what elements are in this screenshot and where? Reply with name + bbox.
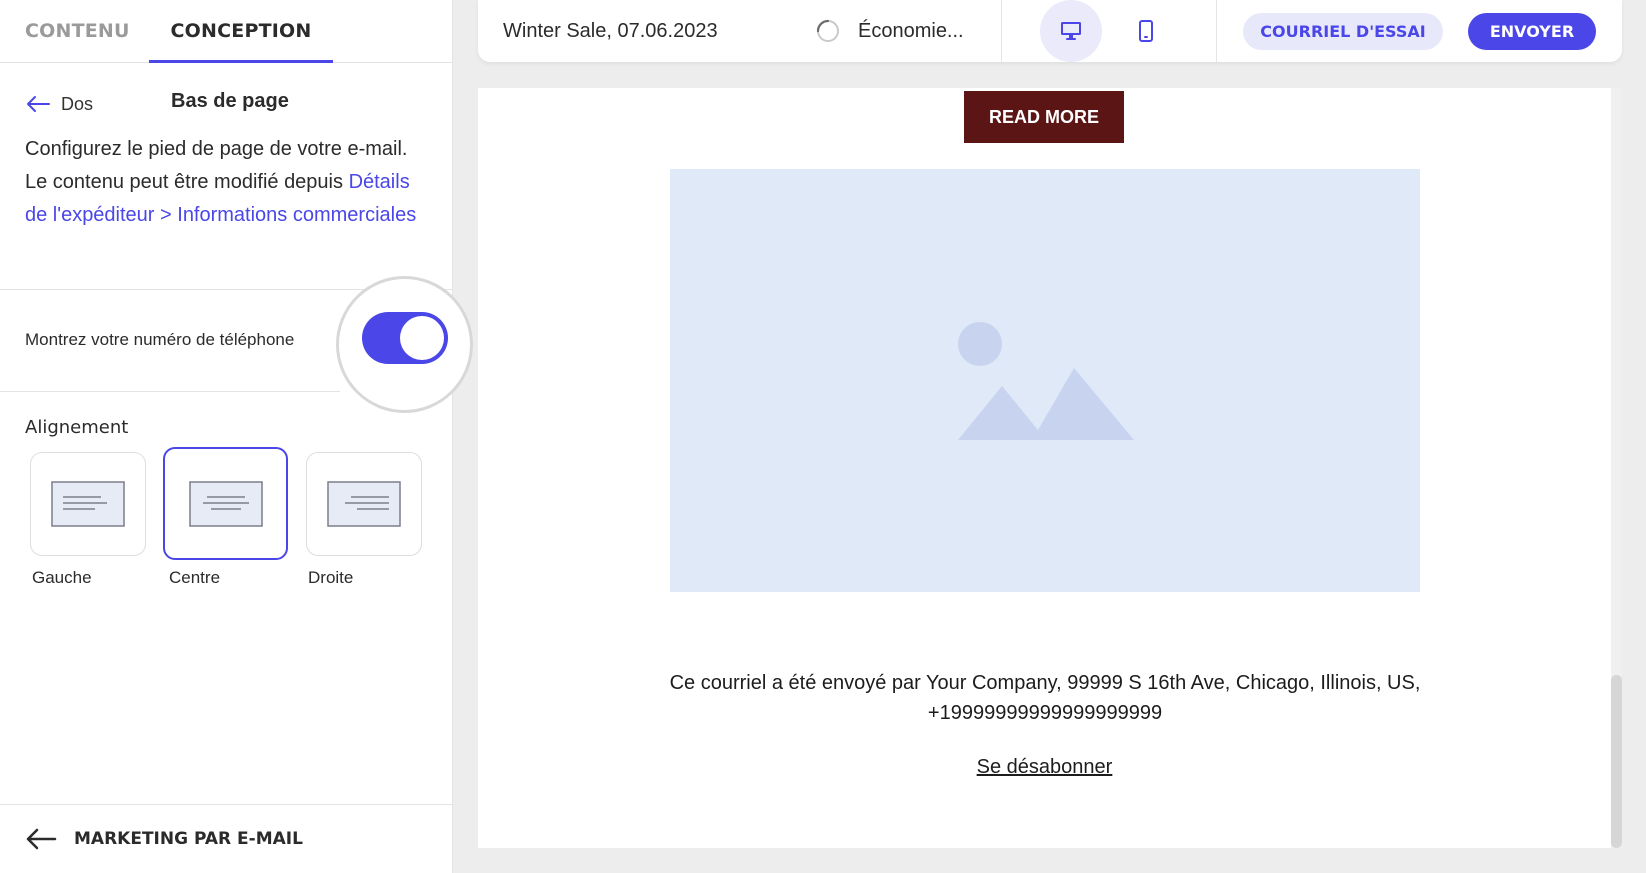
toolbar-divider — [1001, 0, 1002, 62]
align-center-option[interactable] — [163, 447, 288, 560]
image-placeholder[interactable] — [670, 169, 1420, 592]
tab-conception[interactable]: CONCEPTION — [149, 0, 333, 63]
settings-panel: CONTENU CONCEPTION Dos Bas de page Confi… — [0, 0, 473, 873]
unsubscribe-link[interactable]: Se désabonner — [977, 756, 1113, 778]
alignment-title: Alignement — [25, 417, 129, 438]
align-right-label: Droite — [308, 568, 354, 587]
panel-tabs: CONTENU CONCEPTION — [0, 0, 453, 63]
active-tab-indicator — [149, 60, 333, 63]
panel-description: Configurez le pied de page de votre e-ma… — [25, 133, 425, 232]
arrow-left-icon — [26, 828, 57, 850]
toolbar-divider — [1216, 0, 1217, 62]
send-button[interactable]: ENVOYER — [1468, 13, 1596, 50]
read-more-button[interactable]: READ MORE — [964, 91, 1124, 143]
email-marketing-nav[interactable]: MARKETING PAR E-MAIL — [0, 804, 453, 873]
email-name[interactable]: Winter Sale, 07.06.2023 — [503, 0, 718, 62]
bottom-nav-label: MARKETING PAR E-MAIL — [74, 829, 303, 849]
align-center-label: Centre — [169, 568, 221, 587]
loading-spinner-icon — [816, 19, 839, 42]
mobile-view-button[interactable] — [1115, 0, 1177, 62]
scrollbar-thumb[interactable] — [1611, 675, 1622, 848]
test-email-button[interactable]: COURRIEL D'ESSAI — [1243, 13, 1443, 50]
tab-contenu[interactable]: CONTENU — [25, 0, 130, 63]
desktop-icon — [1061, 22, 1081, 40]
mobile-icon — [1139, 20, 1153, 42]
desktop-view-button[interactable] — [1040, 0, 1102, 62]
align-left-option[interactable] — [30, 452, 146, 556]
email-preview: READ MORE Ce courriel a été envoyé par Y… — [478, 88, 1611, 848]
image-placeholder-icon — [958, 322, 1134, 440]
align-left-icon — [51, 481, 125, 527]
toggle-knob — [400, 316, 444, 360]
align-left-label: Gauche — [32, 568, 92, 587]
align-center-icon — [188, 480, 263, 527]
divider — [0, 391, 340, 392]
back-button[interactable]: Dos — [25, 88, 93, 120]
arrow-left-icon — [27, 96, 50, 112]
back-label: Dos — [61, 93, 94, 114]
unsubscribe-row: Se désabonner — [478, 756, 1611, 779]
phone-toggle-label: Montrez votre numéro de téléphone — [25, 330, 295, 349]
align-right-option[interactable] — [306, 452, 422, 556]
footer-company-info: Ce courriel a été envoyé par Your Compan… — [669, 672, 1421, 724]
phone-number-toggle[interactable] — [362, 312, 448, 364]
align-right-icon — [327, 481, 401, 527]
editor-toolbar: Winter Sale, 07.06.2023 Économie... COUR… — [478, 0, 1622, 62]
panel-title: Bas de page — [171, 90, 289, 112]
save-status: Économie... — [858, 20, 964, 42]
